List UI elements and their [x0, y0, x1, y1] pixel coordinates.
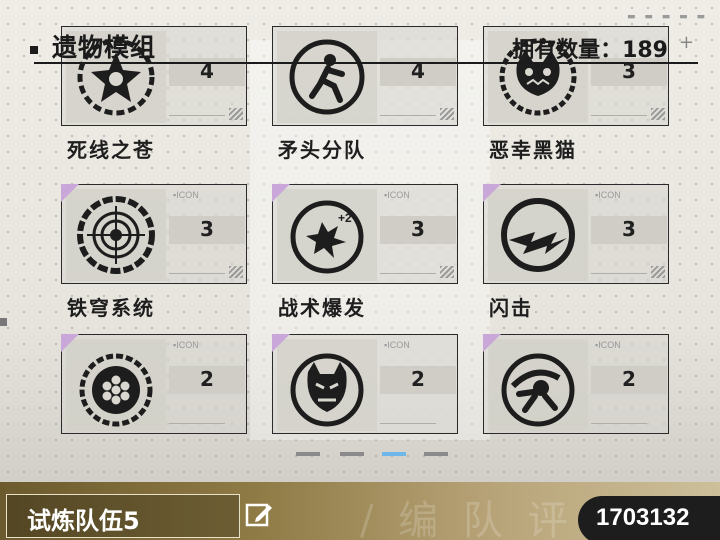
hexagon-cluster-icon: [79, 353, 153, 427]
card-rule: [169, 115, 225, 116]
owned-count: 拥有数量：189: [512, 38, 668, 63]
svg-text:+2: +2: [338, 211, 352, 225]
power-score-box: 1703132: [578, 496, 720, 540]
background-text: / 编 队 评: [360, 498, 574, 540]
page-dot-active[interactable]: [382, 452, 406, 456]
relic-grid: 4 死线之苍 4 矛头分队 3 恶幸黑猫 ▪ICON 3 铁穹系统 ▪ICON …: [0, 0, 720, 440]
relic-name: 恶幸黑猫: [489, 138, 577, 162]
card-rule: [591, 273, 647, 274]
relic-card[interactable]: ▪ICON 3 +2 战术爆发: [272, 184, 462, 320]
team-name-box[interactable]: 试炼队伍5: [6, 494, 240, 538]
icon-tag: ▪ICON: [173, 190, 199, 200]
lightning-bolt-icon: [501, 198, 575, 272]
relic-name: 闪击: [489, 296, 533, 320]
team-name: 试炼队伍5: [27, 507, 140, 535]
team-bar: / 编 队 评 试炼队伍5 1703132: [0, 482, 720, 540]
card-rule: [380, 115, 436, 116]
icon-tag: ▪ICON: [384, 190, 410, 200]
hatch-mark: [440, 266, 454, 278]
relic-count: 2: [622, 367, 636, 391]
page-header: 遗物模组 拥有数量：189 +: [22, 26, 698, 64]
page-title: 遗物模组: [52, 33, 157, 62]
relic-card[interactable]: ▪ICON 2: [61, 334, 251, 434]
relic-card[interactable]: ▪ICON 2: [272, 334, 462, 434]
relic-count: 3: [200, 217, 214, 241]
relic-name: 矛头分队: [278, 138, 366, 162]
card-rule: [591, 423, 647, 424]
power-score: 1703132: [596, 504, 690, 531]
card-rule: [380, 273, 436, 274]
card-rule: [591, 115, 647, 116]
relic-card[interactable]: ▪ICON 3 铁穹系统: [61, 184, 251, 320]
relic-count: 2: [411, 367, 425, 391]
relic-card[interactable]: ▪ICON 3 闪击: [483, 184, 673, 320]
icon-tag: ▪ICON: [595, 340, 621, 350]
hatch-mark: [440, 108, 454, 120]
hatch-mark: [651, 266, 665, 278]
card-rule: [380, 423, 436, 424]
explosion-plus2-icon: +2: [290, 200, 364, 274]
crosshair-shield-icon: [77, 196, 155, 274]
page-dot[interactable]: [296, 452, 320, 456]
page-dot[interactable]: [424, 452, 448, 456]
card-rule: [169, 273, 225, 274]
edit-icon[interactable]: [244, 500, 274, 530]
relic-card[interactable]: ▪ICON 2: [483, 334, 673, 434]
plus-icon: +: [678, 32, 694, 53]
relic-count: 3: [622, 217, 636, 241]
icon-tag: ▪ICON: [173, 340, 199, 350]
card-rule: [169, 423, 225, 424]
relic-count: 2: [200, 367, 214, 391]
page-dot[interactable]: [340, 452, 364, 456]
hatch-mark: [651, 108, 665, 120]
header-bullet: [30, 46, 38, 54]
relic-name: 铁穹系统: [67, 296, 155, 320]
relic-count: 3: [411, 217, 425, 241]
icon-tag: ▪ICON: [384, 340, 410, 350]
hatch-mark: [229, 108, 243, 120]
hatch-mark: [229, 266, 243, 278]
charging-figure-icon: [501, 353, 575, 427]
relic-name: 战术爆发: [278, 296, 366, 320]
oni-mask-icon: [290, 353, 364, 427]
relic-name: 死线之苍: [67, 138, 155, 162]
header-underline: [34, 62, 698, 64]
icon-tag: ▪ICON: [595, 190, 621, 200]
